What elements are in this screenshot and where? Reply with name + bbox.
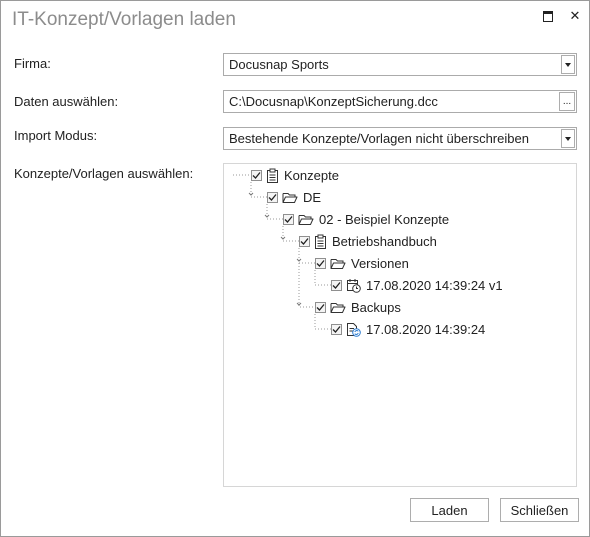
close-window-button[interactable]: ✕ (564, 6, 586, 26)
tree-node[interactable]: DE (267, 188, 321, 206)
tree-node[interactable]: Versionen (315, 254, 409, 272)
checkbox[interactable] (283, 213, 294, 225)
chevron-down-icon (565, 62, 571, 67)
checkbox[interactable] (315, 257, 326, 269)
tree-node-label: Konzepte (284, 167, 339, 183)
tree-node-label: 02 - Beispiel Konzepte (319, 211, 450, 227)
tree-node-label: 17.08.2020 14:39:24 v1 (366, 277, 503, 293)
checkbox[interactable] (267, 191, 278, 203)
import-modus-select[interactable]: Bestehende Konzepte/Vorlagen nicht übers… (223, 127, 577, 150)
clipboard-icon (266, 168, 279, 183)
folder-open-icon (330, 301, 346, 314)
chevron-down-icon (565, 136, 571, 141)
folder-open-icon (298, 213, 314, 226)
schliessen-button[interactable]: Schließen (500, 498, 579, 522)
tree-node[interactable]: Betriebshandbuch (299, 232, 437, 250)
konzepte-label: Konzepte/Vorlagen auswählen: (14, 166, 194, 181)
checkbox[interactable] (299, 235, 310, 247)
firma-select[interactable]: Docusnap Sports (223, 53, 577, 76)
tree-node-label: DE (303, 189, 322, 205)
tree-node-label: Versionen (351, 255, 409, 271)
tree-node[interactable]: 17.08.2020 14:39:24 v1 (331, 276, 503, 294)
window-title: IT-Konzept/Vorlagen laden (12, 9, 236, 30)
firma-dropdown-button[interactable] (561, 55, 575, 74)
tree-node-label: 17.08.2020 14:39:24 (366, 321, 486, 337)
clipboard-icon (314, 234, 327, 249)
import-modus-dropdown-button[interactable] (561, 129, 575, 148)
dialog-window: IT-Konzept/Vorlagen laden ✕ Firma: Docus… (0, 0, 590, 537)
import-modus-label: Import Modus: (14, 128, 98, 143)
checkbox[interactable] (331, 279, 342, 291)
daten-label: Daten auswählen: (14, 94, 119, 109)
laden-button[interactable]: Laden (410, 498, 489, 522)
concept-tree[interactable]: Konzepte DE 02 - Beispiel Konzepte Betri… (223, 163, 577, 487)
checkbox[interactable] (315, 301, 326, 313)
tree-node[interactable]: 17.08.2020 14:39:24 (331, 320, 485, 338)
daten-path-value: C:\Docusnap\KonzeptSicherung.dcc (229, 94, 438, 109)
checkbox[interactable] (331, 323, 342, 335)
firma-value: Docusnap Sports (229, 57, 329, 72)
tree-node-label: Backups (351, 299, 401, 315)
close-icon: ✕ (569, 8, 581, 23)
tree-node[interactable]: Konzepte (251, 166, 339, 184)
tree-node[interactable]: Backups (315, 298, 401, 316)
tree-node[interactable]: 02 - Beispiel Konzepte (283, 210, 449, 228)
daten-path-field[interactable]: C:\Docusnap\KonzeptSicherung.dcc ... (223, 90, 577, 113)
maximize-icon (543, 10, 553, 22)
folder-open-icon (282, 191, 298, 204)
maximize-button[interactable] (537, 6, 559, 26)
firma-label: Firma: (14, 56, 51, 71)
checkbox[interactable] (251, 169, 262, 181)
import-modus-value: Bestehende Konzepte/Vorlagen nicht übers… (229, 131, 529, 146)
browse-button[interactable]: ... (559, 92, 575, 111)
tree-node-label: Betriebshandbuch (332, 233, 437, 249)
document-refresh-icon (346, 322, 361, 337)
calendar-clock-icon (346, 278, 361, 293)
folder-open-icon (330, 257, 346, 270)
